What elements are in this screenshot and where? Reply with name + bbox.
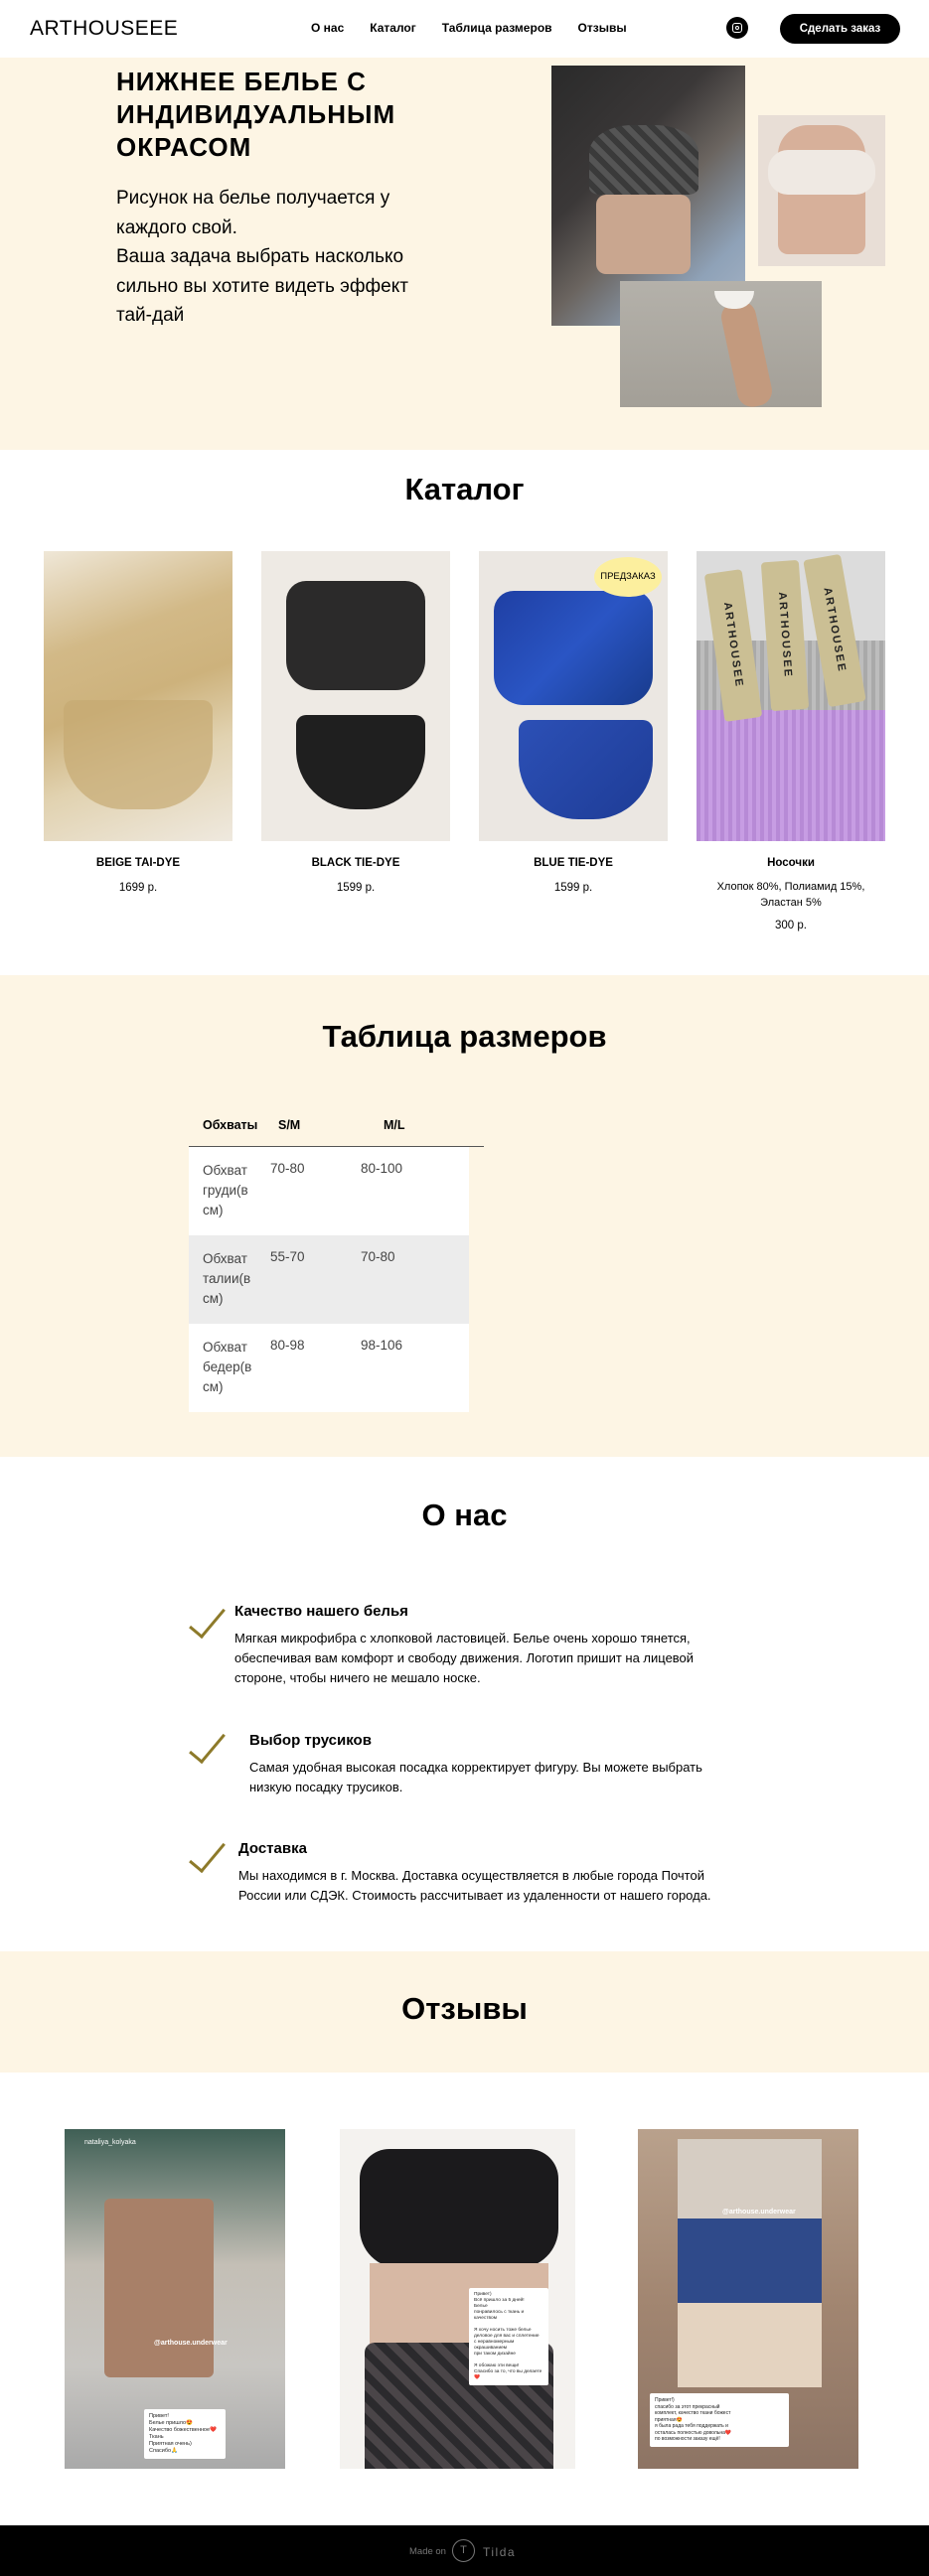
- checkmark-icon: [189, 1843, 229, 1877]
- preorder-badge: ПРЕДЗАКАЗ: [594, 557, 662, 597]
- review-message: Привет) Всё пришло за 5 дней! Белье понр…: [469, 2288, 548, 2385]
- table-cell: Обхват груди(в см): [203, 1163, 248, 1217]
- table-cell: 70-80: [361, 1249, 395, 1264]
- feature-text: Мягкая микрофибра с хлопковой ластовицей…: [234, 1631, 695, 1685]
- hero-text-line-2: Ваша задача выбрать насколько сильно вы …: [116, 246, 408, 326]
- site-header: ARTHOUSEEE О нас Каталог Таблица размеро…: [0, 0, 929, 58]
- table-row: Обхват груди(в см) 70-80 80-100: [189, 1147, 469, 1235]
- review-screenshot-3[interactable]: @arthouse.underwear Привет!) спасибо за …: [638, 2129, 858, 2469]
- hero-description: Рисунок на белье получается у каждого св…: [116, 184, 434, 331]
- nav-link-sizes[interactable]: Таблица размеров: [442, 21, 552, 35]
- site-logo[interactable]: ARTHOUSEEE: [30, 17, 178, 41]
- product-price: 1599 р.: [553, 882, 593, 894]
- nav-link-catalog[interactable]: Каталог: [370, 21, 416, 35]
- product-description: Хлопок 80%, Полиамид 15%, Эластан 5%: [716, 881, 865, 909]
- product-price: 1599 р.: [336, 882, 376, 894]
- made-on-label: Made on: [409, 2546, 446, 2557]
- sizes-title: Таблица размеров: [322, 1019, 607, 1054]
- review-handle: @arthouse.underwear: [722, 2209, 796, 2216]
- product-card-socks[interactable]: ARTHOUSEE ARTHOUSEE ARTHOUSEE Носочки Хл…: [697, 551, 885, 931]
- review-handle: @arthouse.underwear: [154, 2340, 228, 2347]
- reviews-title: Отзывы: [401, 1991, 528, 2026]
- product-image[interactable]: ARTHOUSEE ARTHOUSEE ARTHOUSEE: [697, 551, 885, 841]
- table-cell: Обхват талии(в см): [203, 1251, 251, 1306]
- table-cell: 98-106: [361, 1338, 403, 1353]
- product-price: 1699 р.: [118, 882, 158, 894]
- table-header: Обхваты S/M M/L: [189, 1104, 484, 1147]
- checkmark-icon: [189, 1734, 229, 1768]
- hero-section: НИЖНЕЕ БЕЛЬЕ С ИНДИВИДУАЛЬНЫМ ОКРАСОМ Ри…: [0, 58, 929, 450]
- feature-title: Доставка: [238, 1840, 307, 1857]
- review-username: nataliya_kolyaka: [84, 2139, 136, 2146]
- checkmark-icon: [189, 1609, 229, 1643]
- product-card-black[interactable]: BLACK TIE-DYE 1599 р.: [261, 551, 450, 894]
- product-name[interactable]: BEIGE TAI-DYE: [44, 857, 232, 869]
- product-name[interactable]: Носочки: [697, 857, 885, 869]
- table-header-cell: Обхваты: [203, 1118, 258, 1132]
- feature-text: Мы находимся в г. Москва. Доставка осуще…: [238, 1868, 711, 1903]
- tilda-brand-link[interactable]: Tilda: [483, 2545, 516, 2559]
- table-cell: 80-98: [270, 1338, 305, 1353]
- table-row: Обхват бедер(в см) 80-98 98-106: [189, 1324, 469, 1412]
- hero-title: НИЖНЕЕ БЕЛЬЕ С ИНДИВИДУАЛЬНЫМ ОКРАСОМ: [116, 67, 396, 162]
- product-card-blue[interactable]: ПРЕДЗАКАЗ BLUE TIE-DYE 1599 р.: [479, 551, 668, 894]
- feature-title: Качество нашего белья: [234, 1603, 408, 1620]
- feature-quality: Качество нашего белья Мягкая микрофибра …: [234, 1603, 731, 1688]
- product-name[interactable]: BLUE TIE-DYE: [479, 857, 668, 869]
- nav-link-reviews[interactable]: Отзывы: [578, 21, 627, 35]
- nav-link-about[interactable]: О нас: [311, 21, 344, 35]
- site-footer: Made on T Tilda: [0, 2525, 929, 2576]
- review-screenshot-2[interactable]: Привет) Всё пришло за 5 дней! Белье понр…: [340, 2129, 575, 2469]
- instagram-icon[interactable]: [726, 17, 748, 39]
- table-cell: Обхват бедер(в см): [203, 1340, 252, 1394]
- product-price: 300 р.: [775, 920, 807, 931]
- table-row: Обхват талии(в см) 55-70 70-80: [189, 1235, 469, 1324]
- table-cell: 55-70: [270, 1249, 305, 1264]
- product-card-beige[interactable]: BEIGE TAI-DYE 1699 р.: [44, 551, 232, 894]
- size-table: Обхваты S/M M/L Обхват груди(в см) 70-80…: [189, 1104, 484, 1412]
- hero-text-line-1: Рисунок на белье получается у каждого св…: [116, 188, 390, 238]
- feature-title: Выбор трусиков: [249, 1732, 372, 1749]
- product-image[interactable]: [261, 551, 450, 841]
- table-header-cell: M/L: [384, 1118, 405, 1132]
- tilda-logo-icon[interactable]: T: [452, 2539, 475, 2562]
- review-message: Привет!) спасибо за этот прекрасный комп…: [650, 2393, 789, 2447]
- table-cell: 80-100: [361, 1161, 403, 1176]
- product-image[interactable]: [44, 551, 232, 841]
- feature-delivery: Доставка Мы находимся в г. Москва. Доста…: [238, 1840, 735, 1906]
- about-title: О нас: [421, 1498, 508, 1532]
- main-nav: О нас Каталог Таблица размеров Отзывы: [311, 21, 653, 35]
- review-screenshot-1[interactable]: nataliya_kolyaka @arthouse.underwear При…: [65, 2129, 285, 2469]
- table-header-cell: S/M: [278, 1118, 301, 1132]
- catalog-title: Каталог: [404, 472, 525, 506]
- product-image[interactable]: ПРЕДЗАКАЗ: [479, 551, 668, 841]
- order-button[interactable]: Сделать заказ: [780, 14, 900, 44]
- hero-photo-cup: [620, 281, 822, 407]
- table-cell: 70-80: [270, 1161, 305, 1176]
- hero-photo-side: [758, 115, 885, 266]
- feature-choice: Выбор трусиков Самая удобная высокая пос…: [249, 1732, 746, 1797]
- review-message: Привет! Белье пришло😍 Качество божествен…: [144, 2409, 226, 2459]
- product-name[interactable]: BLACK TIE-DYE: [261, 857, 450, 869]
- feature-text: Самая удобная высокая посадка корректиру…: [249, 1760, 702, 1794]
